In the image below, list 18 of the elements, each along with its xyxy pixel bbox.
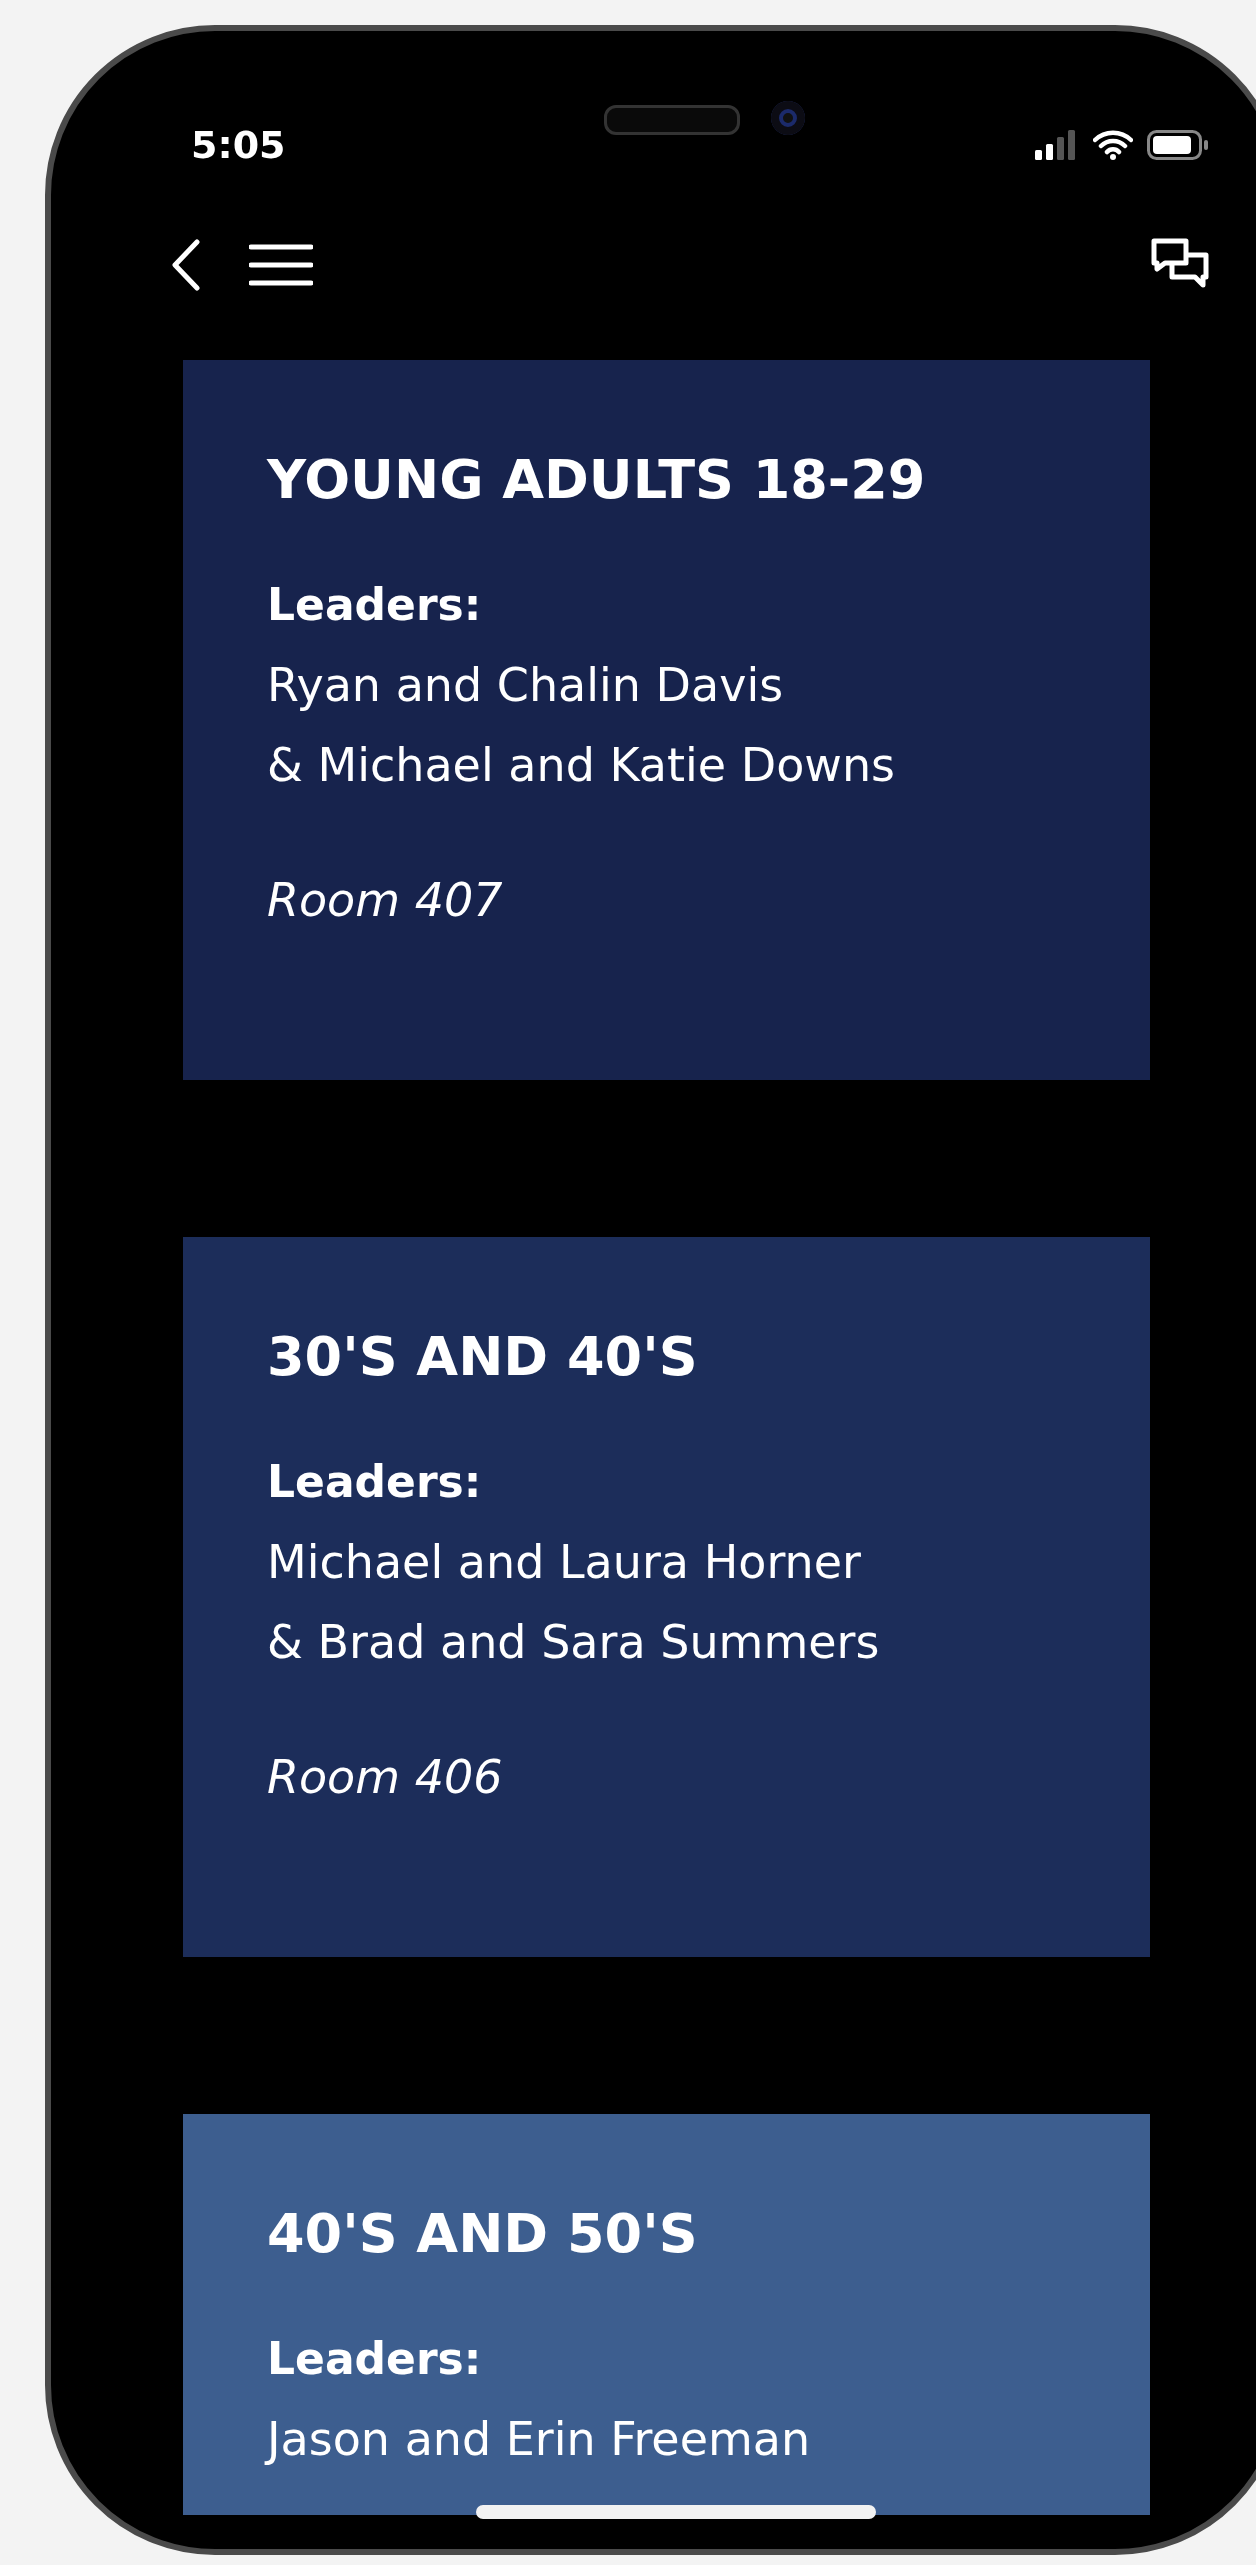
camera-lens: [771, 101, 805, 135]
wifi-icon: [1093, 130, 1133, 160]
group-title: 30'S AND 40'S: [267, 1324, 699, 1390]
leader-names: Michael and Laura Horner: [267, 1534, 862, 1591]
leaders-label: Leaders:: [267, 578, 483, 632]
leader-names: & Brad and Sara Summers: [267, 1614, 881, 1671]
back-icon[interactable]: [171, 239, 201, 291]
leader-names: Ryan and Chalin Davis: [267, 657, 785, 714]
battery-icon: [1147, 130, 1209, 160]
status-time: 5:05: [191, 123, 286, 167]
room-text: Room 407: [267, 872, 504, 929]
leaders-label: Leaders:: [267, 1455, 483, 1509]
group-title: YOUNG ADULTS 18-29: [267, 447, 927, 513]
room-text: Room 406: [267, 1749, 504, 1806]
menu-icon[interactable]: [249, 243, 313, 287]
leaders-label: Leaders:: [267, 2332, 483, 2386]
leader-names: & Michael and Katie Downs: [267, 737, 897, 794]
group-title: 40'S AND 50'S: [267, 2201, 699, 2267]
